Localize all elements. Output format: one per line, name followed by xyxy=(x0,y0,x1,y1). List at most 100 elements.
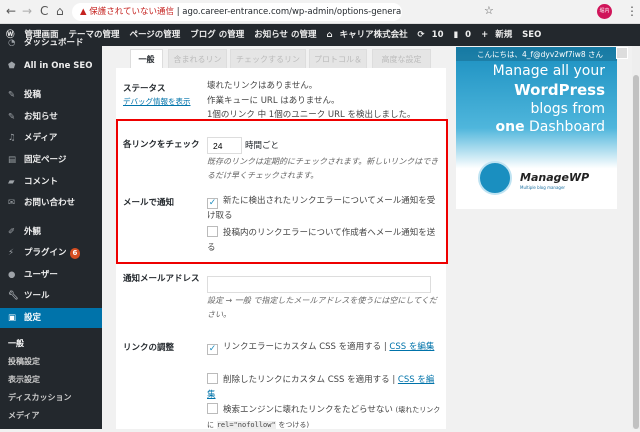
tab-advanced[interactable]: 高度な設定 xyxy=(372,49,431,68)
sidebar-item-tools[interactable]: 🔧︎ ツール xyxy=(0,286,102,306)
reload-button[interactable]: C xyxy=(40,4,48,18)
ad-line: blogs from xyxy=(530,101,605,117)
notify-option-1[interactable]: ✓ 新たに検出されたリンクエラーについてメール通知を受け取る xyxy=(207,194,442,224)
site-name[interactable]: キャリア株式会社 xyxy=(340,30,408,40)
adminbar-item[interactable]: お知らせ の管理 xyxy=(254,30,316,40)
status-line: 作業キューに URL はありません。 xyxy=(207,95,340,106)
status-line: 壊れたリンクはありません。 xyxy=(207,81,318,91)
checkbox-checked[interactable]: ✓ xyxy=(207,344,218,355)
tweak-option-2[interactable]: 削除したリンクにカスタム CSS を適用する | CSS を編集 xyxy=(207,373,442,402)
notify-email-description: 設定 → 一般 で指定したメールアドレスを使うには空にしてください。 xyxy=(207,296,437,319)
check-interval-input[interactable] xyxy=(207,137,242,154)
plugin-icon: ⚡ xyxy=(8,248,14,258)
ad-line: Manage all your xyxy=(492,63,605,79)
ad-brand: ManageWP xyxy=(520,171,590,184)
pin-icon: ✎ xyxy=(8,112,16,122)
scrollbar-thumb[interactable] xyxy=(633,75,639,429)
wrench-icon: 🔧︎ xyxy=(8,291,19,301)
mail-icon: ✉ xyxy=(8,198,16,208)
bookmark-star-icon[interactable]: ☆ xyxy=(484,4,494,17)
updates-count[interactable]: 10 xyxy=(432,30,444,40)
submenu-media[interactable]: メディア xyxy=(8,410,39,421)
ad-line: WordPress xyxy=(514,81,605,99)
updates-icon: ⟳ xyxy=(417,30,425,40)
comments-count[interactable]: 0 xyxy=(465,30,471,40)
sidebar-item-appearance[interactable]: ✐ 外観 xyxy=(0,222,102,242)
settings-icon: ▣ xyxy=(8,313,17,323)
edit-css-link[interactable]: CSS を編集 xyxy=(389,342,434,352)
ad-tagline: Multiple blog manager xyxy=(520,185,566,190)
admin-sidebar: ◔ ダッシュボード ⬟ All in One SEO ✎ 投稿 ✎ お知らせ ♫ メディア… xyxy=(0,38,102,429)
sidebar-item-news[interactable]: ✎ お知らせ xyxy=(0,107,102,127)
nofollow-code: rel="nofollow" xyxy=(216,420,276,429)
greeting[interactable]: こんにちは、4_f@dyv2wf7iw8 さん xyxy=(456,47,617,61)
ad-line: Dashboard xyxy=(529,119,605,135)
browser-menu-icon[interactable]: ⋮ xyxy=(626,4,638,18)
sidebar-item-dashboard[interactable]: ◔ ダッシュボード xyxy=(0,33,102,53)
check-interval-description: 既存のリンクは定期的にチェックされます。新しいリンクはできるだけ早くチェックされ… xyxy=(207,157,439,180)
browser-toolbar: ← → C ⌂ ▲ 保護されていない通信 | ago.career-entran… xyxy=(0,0,640,24)
media-icon: ♫ xyxy=(8,133,16,143)
tab-included-links[interactable]: 含まれるリン xyxy=(168,49,227,68)
tweak-option-1[interactable]: ✓ リンクエラーにカスタム CSS を適用する | CSS を編集 xyxy=(207,340,442,355)
new-content[interactable]: 新規 xyxy=(495,30,512,40)
forward-button[interactable]: → xyxy=(22,4,32,18)
user-avatar[interactable] xyxy=(616,47,628,59)
plugin-update-badge: 6 xyxy=(69,248,81,259)
status-text: 壊れたリンクはありません。 作業キューに URL はありません。 1個のリンク … xyxy=(207,79,442,123)
link-tweaks-label: リンクの調整 xyxy=(123,343,175,353)
nofollow-note-end: をつける) xyxy=(278,420,310,429)
back-button[interactable]: ← xyxy=(6,4,16,18)
user-icon: ● xyxy=(8,270,16,280)
address-bar[interactable]: ▲ 保護されていない通信 | ago.career-entrance.com/w… xyxy=(72,3,402,21)
submenu-reading[interactable]: 表示設定 xyxy=(8,374,40,385)
sidebar-item-posts[interactable]: ✎ 投稿 xyxy=(0,85,102,105)
tab-general[interactable]: 一般 xyxy=(130,49,163,68)
sidebar-item-settings[interactable]: ▣ 設定 xyxy=(0,308,102,328)
email-notify-label: メールで通知 xyxy=(123,198,175,208)
tab-protocols[interactable]: プロトコル＆ xyxy=(309,49,367,68)
page-icon: ▤ xyxy=(8,155,17,165)
seo-menu[interactable]: SEO xyxy=(522,30,541,40)
security-warning[interactable]: 保護されていない通信 xyxy=(89,7,174,17)
sidebar-item-users[interactable]: ● ユーザー xyxy=(0,265,102,285)
sidebar-item-media[interactable]: ♫ メディア xyxy=(0,128,102,148)
home-icon: ⌂ xyxy=(326,30,333,40)
checkbox-unchecked[interactable] xyxy=(207,226,218,237)
interval-unit: 時間ごと xyxy=(245,141,280,151)
sidebar-item-pages[interactable]: ▤ 固定ページ xyxy=(0,150,102,170)
sidebar-item-contact[interactable]: ✉ お問い合わせ xyxy=(0,193,102,213)
adminbar-item[interactable]: ページの管理 xyxy=(129,30,180,40)
pin-icon: ✎ xyxy=(8,90,16,100)
tweak-option-3[interactable]: 検索エンジンに壊れたリンクをたどらせない (壊れたリンクに rel="nofol… xyxy=(207,403,442,432)
sidebar-item-aioseo[interactable]: ⬟ All in One SEO xyxy=(0,56,102,76)
notify-email-label: 通知メールアドレス xyxy=(123,274,200,284)
comment-icon: ▮ xyxy=(453,30,459,40)
home-button[interactable]: ⌂ xyxy=(56,4,64,18)
profile-avatar[interactable]: 堀内 xyxy=(597,4,612,19)
submenu-writing[interactable]: 投稿設定 xyxy=(8,356,40,367)
sidebar-item-comments[interactable]: ▰ コメント xyxy=(0,172,102,192)
shield-icon: ⬟ xyxy=(8,61,16,71)
brush-icon: ✐ xyxy=(8,227,16,237)
checkbox-unchecked[interactable] xyxy=(207,373,218,384)
url-text: ago.career-entrance.com/wp-admin/options… xyxy=(182,7,402,17)
notify-option-2[interactable]: 投稿内のリンクエラーについて作成者へメール通知を送る xyxy=(207,226,442,255)
sidebar-item-plugins[interactable]: ⚡ プラグイン 6 xyxy=(0,243,102,263)
notify-email-input[interactable] xyxy=(207,276,431,293)
status-label: ステータス xyxy=(123,84,166,94)
comment-icon: ▰ xyxy=(8,177,15,187)
adminbar-item[interactable]: ブログ の管理 xyxy=(190,30,244,40)
checkbox-checked[interactable]: ✓ xyxy=(207,198,218,209)
checkbox-unchecked[interactable] xyxy=(207,403,218,414)
plus-icon: + xyxy=(481,30,489,40)
check-interval-label: 各リンクをチェック xyxy=(123,140,200,150)
managewp-ad-banner[interactable]: こんにちは、4_f@dyv2wf7iw8 さん Manage all your … xyxy=(456,47,617,209)
ad-line: one xyxy=(495,119,525,135)
tab-check-links[interactable]: チェックするリン xyxy=(230,49,306,68)
dashboard-icon: ◔ xyxy=(8,38,16,48)
submenu-general[interactable]: 一般 xyxy=(8,338,24,349)
submenu-discussion[interactable]: ディスカッション xyxy=(8,392,71,403)
debug-info-link[interactable]: デバッグ情報を表示 xyxy=(123,96,191,107)
managewp-logo-icon xyxy=(478,161,512,195)
